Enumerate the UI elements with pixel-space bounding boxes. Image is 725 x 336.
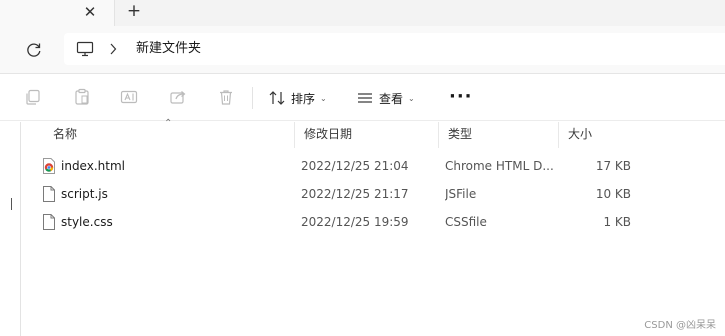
file-list: ⌃ 名称 修改日期 类型 大小 index.html 2022/12/25 21… (22, 118, 725, 336)
rename-icon[interactable] (120, 88, 138, 106)
tab-close-icon[interactable]: ✕ (80, 2, 100, 22)
navigation-bar: 新建文件夹 (0, 26, 725, 74)
file-modified-date: 2022/12/25 21:17 (301, 187, 409, 201)
view-label: 查看 (379, 91, 404, 106)
chevron-down-icon: ⌄ (320, 93, 327, 103)
view-icon (358, 93, 372, 103)
column-header-date[interactable]: 修改日期 (294, 122, 438, 148)
file-row-script-js[interactable]: script.js 2022/12/25 21:17 JSFile 10 KB (22, 180, 725, 208)
sort-label: 排序 (291, 91, 316, 106)
file-name: style.css (61, 215, 113, 229)
chevron-down-icon: ⌄ (408, 93, 415, 103)
view-button[interactable]: 查看 ⌄ (356, 86, 415, 110)
tab-strip: ✕ + (0, 0, 725, 26)
watermark: CSDN @凶呆呆 (644, 320, 716, 331)
file-modified-date: 2022/12/25 19:59 (301, 215, 409, 229)
command-separator (252, 87, 253, 109)
file-type: CSSfile (445, 215, 487, 229)
command-bar: 排序 ⌄ 查看 ⌄ ··· (0, 75, 725, 121)
paste-icon[interactable] (73, 88, 91, 106)
file-modified-date: 2022/12/25 21:04 (301, 159, 409, 173)
sort-button[interactable]: 排序 ⌄ (268, 86, 327, 110)
file-type: Chrome HTML D... (445, 159, 554, 173)
copy-icon[interactable] (24, 88, 42, 106)
navigation-pane[interactable] (0, 122, 21, 336)
breadcrumb-current-folder[interactable]: 新建文件夹 (136, 40, 201, 58)
file-size: 10 KB (595, 187, 631, 201)
file-name: index.html (61, 159, 125, 173)
address-bar[interactable]: 新建文件夹 (64, 33, 725, 65)
file-icon (43, 186, 55, 202)
column-header-type[interactable]: 类型 (438, 122, 558, 148)
file-icon (43, 214, 55, 230)
chrome-html-file-icon (43, 158, 55, 174)
file-row-style-css[interactable]: style.css 2022/12/25 19:59 CSSfile 1 KB (22, 208, 725, 236)
file-size: 17 KB (595, 159, 631, 173)
refresh-icon (27, 43, 41, 57)
new-tab-button[interactable]: + (124, 1, 144, 21)
sort-icon (269, 91, 285, 105)
chevron-right-icon[interactable] (108, 40, 118, 58)
delete-icon[interactable] (217, 88, 235, 106)
file-size: 1 KB (603, 215, 631, 229)
column-header-size[interactable]: 大小 (558, 122, 638, 148)
tab-current[interactable]: ✕ (0, 0, 115, 26)
file-type: JSFile (445, 187, 477, 201)
pane-edge-mark (6, 198, 12, 210)
refresh-button[interactable] (22, 38, 46, 62)
file-name: script.js (61, 187, 108, 201)
this-pc-icon[interactable] (76, 41, 94, 57)
more-options-button[interactable]: ··· (449, 86, 472, 110)
column-header-name[interactable]: 名称 (44, 122, 294, 148)
share-icon[interactable] (169, 88, 187, 106)
file-row-index-html[interactable]: index.html 2022/12/25 21:04 Chrome HTML … (22, 152, 725, 180)
